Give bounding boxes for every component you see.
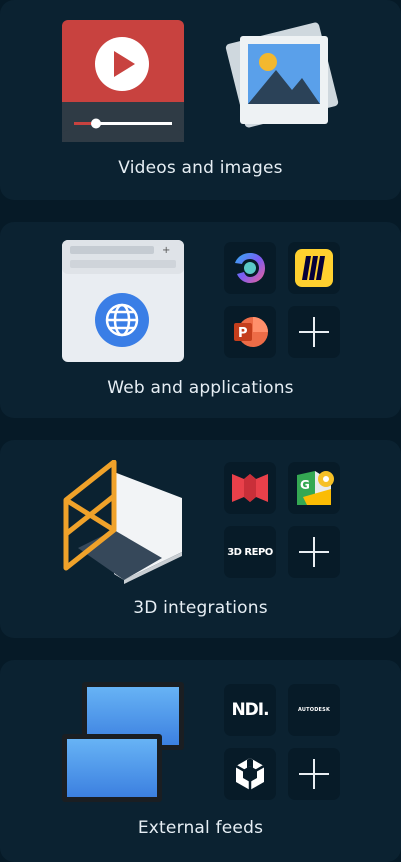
powerpoint-icon: P [234, 317, 268, 347]
svg-text:P: P [238, 326, 248, 341]
ndi-app-tile[interactable]: NDI. [224, 684, 276, 736]
add-app-button[interactable] [288, 306, 340, 358]
miro-app-tile[interactable] [288, 242, 340, 294]
monitors-icon [60, 680, 186, 808]
ndi-logo: NDI. [231, 700, 269, 720]
svg-text:G: G [300, 478, 310, 492]
section-label: Web and applications [107, 378, 294, 398]
browser-window-icon: + [62, 240, 184, 366]
section-label: Videos and images [118, 158, 283, 178]
card-3d-integrations[interactable]: G 3D REPO 3D integrations [0, 440, 401, 638]
photos-icon [220, 20, 344, 134]
matterport-app-tile[interactable] [224, 462, 276, 514]
google-maps-app-tile[interactable]: G [288, 462, 340, 514]
3d-repo-logo: 3D REPO [227, 546, 273, 558]
section-label: External feeds [137, 818, 264, 838]
autodesk-logo: AUTODESK [297, 707, 331, 713]
google-maps-icon: G [297, 471, 334, 505]
add-integration-button[interactable] [288, 526, 340, 578]
add-feed-button[interactable] [288, 748, 340, 800]
matterport-icon [232, 474, 268, 502]
copilot-app-tile[interactable] [224, 242, 276, 294]
powerpoint-app-tile[interactable]: P [224, 306, 276, 358]
svg-text:+: + [162, 245, 170, 256]
card-web-applications[interactable]: + P Web and applications [0, 222, 401, 418]
section-label: 3D integrations [133, 598, 268, 618]
unity-icon [235, 758, 265, 790]
3d-box-icon [58, 459, 188, 588]
copilot-icon [235, 253, 265, 283]
video-player-icon [62, 20, 184, 146]
3d-repo-app-tile[interactable]: 3D REPO [224, 526, 276, 578]
card-external-feeds[interactable]: NDI. AUTODESK External feeds [0, 660, 401, 862]
card-videos-images[interactable]: Videos and images [0, 0, 401, 200]
autodesk-app-tile[interactable]: AUTODESK [288, 684, 340, 736]
miro-icon [295, 249, 333, 287]
unity-app-tile[interactable] [224, 748, 276, 800]
